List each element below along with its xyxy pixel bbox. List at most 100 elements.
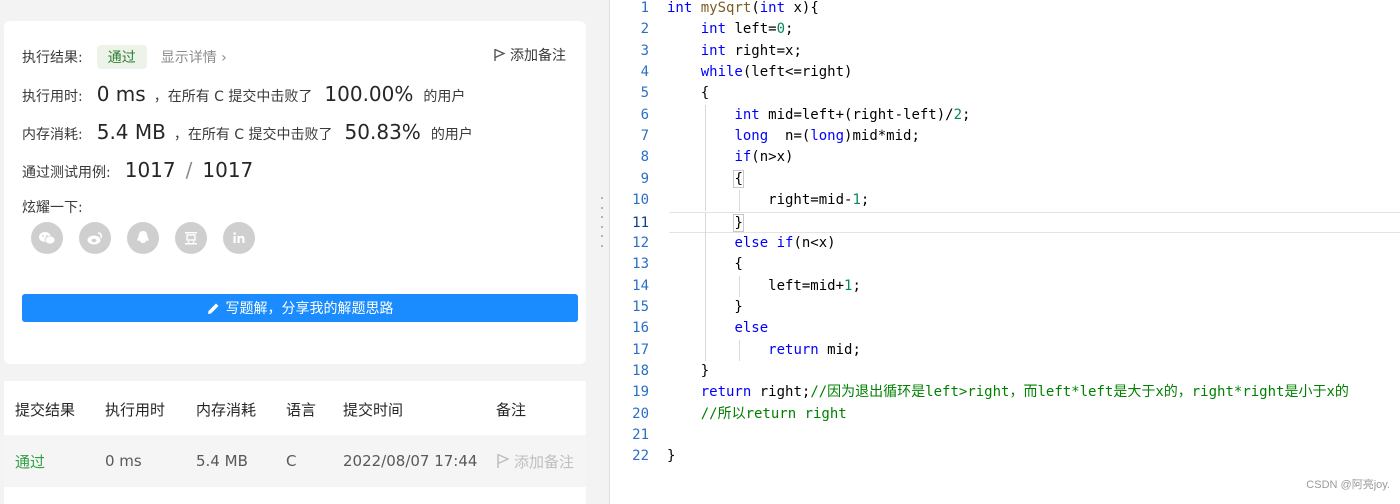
code-text: //所以return right [700, 405, 847, 422]
linkedin-icon[interactable] [223, 222, 255, 254]
code-text: left=mid+1; [667, 277, 861, 294]
runtime-label: 执行用时: [22, 89, 83, 105]
row-time: 2022/08/07 17:44 [343, 452, 478, 470]
result-pane: 执行结果: 通过 显示详情 › 添加备注 执行用时: 0 ms ，在所有 C 提… [0, 0, 594, 504]
line-number: 1 [640, 0, 649, 16]
line-number: 20 [632, 405, 649, 422]
code-text: return right;//因为退出循环是left>right，而left*l… [700, 384, 1349, 401]
submissions-table: 提交结果 执行用时 内存消耗 语言 提交时间 备注 通过 0 ms 5.4 MB… [4, 381, 586, 504]
tests-total: 1017 [202, 158, 254, 182]
memory-label: 内存消耗: [22, 127, 83, 143]
code-text: } [667, 298, 743, 315]
runtime-suffix: 的用户 [423, 89, 466, 105]
code-line: 17 return mid; [611, 339, 1400, 361]
code-line: 22} [611, 446, 1400, 467]
runtime-row: 执行用时: 0 ms ，在所有 C 提交中击败了 100.00% 的用户 [22, 82, 465, 106]
code-line: 3 int right=x; [611, 41, 1400, 62]
code-line: 7 long n=(long)mid*mid; [611, 126, 1400, 148]
code-line: 18 } [611, 361, 1400, 382]
header-result: 提交结果 [15, 400, 76, 419]
line-number: 15 [632, 298, 649, 315]
line-number: 4 [640, 64, 649, 81]
memory-value: 5.4 MB [96, 120, 166, 144]
header-language: 语言 [286, 400, 317, 419]
code-text: } [667, 362, 710, 379]
header-note: 备注 [496, 400, 527, 419]
tests-row: 通过测试用例: 1017 / 1017 [22, 158, 253, 182]
row-result-link[interactable]: 通过 [15, 451, 45, 472]
runtime-value: 0 ms [96, 82, 146, 106]
code-line: 13 { [611, 254, 1400, 276]
code-text: } [667, 448, 676, 465]
code-line: 15 } [611, 296, 1400, 319]
pencil-icon [207, 303, 218, 314]
code-line: 4 while(left<=right) [611, 62, 1400, 83]
line-number: 3 [640, 42, 649, 59]
status-label: 执行结果: [22, 50, 83, 66]
code-editor[interactable]: 1 int mySqrt(int x){ 2 int left=0; 3 int … [611, 0, 1400, 504]
runtime-text: ，在所有 C 提交中击败了 [153, 89, 313, 105]
code-text: if(n>x) [734, 149, 794, 166]
drag-handle-icon [600, 197, 604, 247]
line-number: 5 [640, 85, 649, 102]
code-line: 12 else if(n<x) [611, 232, 1400, 255]
line-number: 11 [632, 214, 649, 231]
runtime-percent: 100.00% [324, 82, 414, 106]
line-number: 18 [632, 362, 649, 379]
memory-text: ，在所有 C 提交中击败了 [173, 127, 333, 143]
code-text: else if(n<x) [734, 234, 836, 251]
code-text: right=mid-1; [667, 192, 870, 209]
header-runtime: 执行用时 [105, 400, 166, 419]
code-line: 1 int mySqrt(int x){ [611, 0, 1400, 19]
table-row[interactable]: 通过 0 ms 5.4 MB C 2022/08/07 17:44 添加备注 [4, 435, 586, 487]
line-number: 8 [640, 149, 649, 166]
result-card: 执行结果: 通过 显示详情 › 添加备注 执行用时: 0 ms ，在所有 C 提… [4, 21, 586, 364]
code-line: 6 int mid=left+(right-left)/2; [611, 104, 1400, 127]
douban-icon[interactable] [175, 222, 207, 254]
code-line: 16 else [611, 318, 1400, 340]
code-line: 9 { [611, 168, 1400, 191]
row-add-note-label: 添加备注 [514, 452, 575, 471]
write-solution-label: 写题解，分享我的解题思路 [225, 301, 394, 317]
row-language: C [286, 452, 297, 470]
show-details-link[interactable]: 显示详情 › [161, 47, 227, 67]
wechat-icon[interactable] [31, 222, 63, 254]
code-text: { [667, 256, 743, 273]
code-line-active: 11 } [632, 211, 1400, 234]
flag-icon [497, 453, 510, 468]
code-text: { [667, 85, 710, 102]
add-note-label: 添加备注 [510, 48, 566, 64]
code-text: int left=0; [700, 21, 794, 38]
line-number: 7 [640, 128, 649, 145]
tests-label: 通过测试用例: [22, 165, 111, 181]
write-solution-button[interactable]: 写题解，分享我的解题思路 [22, 294, 578, 322]
share-icons [31, 222, 255, 254]
share-label: 炫耀一下: [22, 200, 83, 216]
weibo-icon[interactable] [79, 222, 111, 254]
code-text: int right=x; [700, 42, 802, 59]
line-number: 6 [640, 106, 649, 123]
line-number: 9 [640, 170, 649, 187]
status-badge: 通过 [96, 45, 147, 69]
code-text: return mid; [768, 341, 861, 358]
code-line: 14 left=mid+1; [611, 275, 1400, 297]
status-row: 执行结果: 通过 显示详情 › [22, 45, 227, 69]
code-text: long n=(long)mid*mid; [734, 128, 920, 145]
pane-splitter[interactable] [594, 0, 610, 504]
line-number: 14 [632, 277, 649, 294]
code-text: else [734, 320, 769, 337]
code-line: 19 return right;//因为退出循环是left>right，而lef… [611, 382, 1400, 403]
code-line: 5 { [611, 83, 1400, 104]
row-memory: 5.4 MB [196, 452, 248, 470]
code-line: 20 //所以return right [611, 404, 1400, 425]
code-text: int mySqrt(int x){ [667, 0, 819, 16]
watermark: CSDN @阿亮joy. [1306, 479, 1390, 491]
qq-icon[interactable] [127, 222, 159, 254]
line-number: 2 [640, 21, 649, 38]
code-text: } [733, 213, 744, 232]
code-text: int mid=left+(right-left)/2; [734, 106, 971, 123]
memory-suffix: 的用户 [430, 127, 473, 143]
code-line: 21 [611, 425, 1400, 446]
row-add-note-button[interactable]: 添加备注 [496, 451, 574, 472]
add-note-button[interactable]: 添加备注 [493, 45, 566, 65]
